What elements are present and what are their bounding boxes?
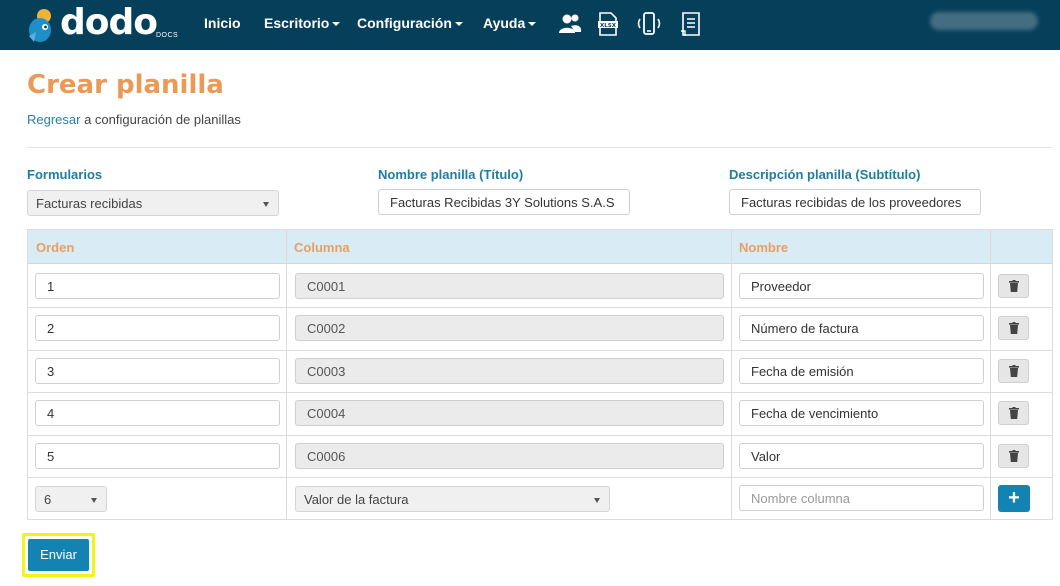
formularios-label: Formularios [27,167,103,182]
columna-field-3: C0003 [295,358,724,384]
mobile-vibrate-icon[interactable] [635,10,661,38]
user-menu-avatar[interactable] [930,12,1038,30]
nombre-planilla-input[interactable]: Facturas Recibidas 3Y Solutions S.A.S [378,189,630,215]
new-orden-select[interactable]: 6 [35,486,107,512]
logo-subtext: DOCS [156,32,179,39]
orden-input-4[interactable]: 4 [35,400,280,426]
new-columna-selected: Valor de la factura [304,492,409,507]
nombre-input-4[interactable]: Fecha de vencimiento [739,400,984,426]
columna-field-5: C0006 [295,443,724,469]
columna-field-1: C0001 [295,273,724,299]
svg-text:XLSX: XLSX [600,23,617,29]
nombre-input-3[interactable]: Fecha de emisión [739,358,984,384]
column-divider [286,230,287,519]
orden-input-3[interactable]: 3 [35,358,280,384]
nav-ayuda[interactable]: Ayuda [483,15,537,31]
descripcion-planilla-input[interactable]: Facturas recibidas de los proveedores [729,189,981,215]
submit-highlight: Enviar [22,533,95,577]
dodo-docs-logo[interactable]: dodo DOCS [26,2,181,46]
nombre-input-5[interactable]: Valor [739,443,984,469]
add-row-button[interactable]: + [998,485,1030,512]
xlsx-file-icon[interactable]: XLSX [595,10,621,38]
trash-icon [1009,450,1019,462]
chevron-down-icon [528,22,537,27]
enviar-button[interactable]: Enviar [28,539,89,571]
bird-logo-icon [29,9,51,42]
trash-icon [1009,365,1019,377]
column-divider [731,230,732,519]
new-orden-selected: 6 [44,492,52,507]
users-icon[interactable] [557,10,583,38]
back-link[interactable]: Regresar [27,112,80,127]
nombre-input-2[interactable]: Número de factura [739,315,984,341]
trash-icon [1009,322,1019,334]
formularios-select[interactable]: Facturas recibidas [27,190,279,216]
chevron-down-icon [454,22,463,27]
column-divider [990,230,991,519]
delete-row-button[interactable] [998,359,1029,383]
row-divider [28,477,1052,478]
nav-inicio-label: Inicio [204,15,241,31]
descripcion-planilla-label: Descripción planilla (Subtítulo) [729,167,921,182]
chevron-down-icon [332,22,341,27]
document-list-icon[interactable] [678,10,704,38]
trash-icon [1009,280,1019,292]
divider [27,147,1052,148]
header-nombre: Nombre [739,240,789,255]
orden-input-1[interactable]: 1 [35,273,280,299]
columns-table: Orden Columna Nombre 1 C0001 Proveedor 2… [27,229,1053,520]
delete-row-button[interactable] [998,444,1029,468]
chevron-down-icon [594,498,600,503]
trash-icon [1009,407,1019,419]
page-title: Crear planilla [27,70,224,100]
breadcrumb: Regresar a configuración de planillas [27,112,241,127]
header-orden: Orden [36,240,75,255]
nav-inicio[interactable]: Inicio [204,15,241,31]
orden-input-2[interactable]: 2 [35,315,280,341]
nav-escritorio[interactable]: Escritorio [264,15,341,31]
delete-row-button[interactable] [998,316,1029,340]
table-header: Orden Columna Nombre [28,230,1052,264]
nombre-planilla-label: Nombre planilla (Título) [378,167,524,182]
nav-ayuda-label: Ayuda [483,15,526,31]
formularios-selected: Facturas recibidas [36,196,143,211]
chevron-down-icon [263,202,269,207]
row-divider [28,307,1052,308]
logo-wordmark: dodo [60,2,158,43]
delete-row-button[interactable] [998,274,1029,298]
columna-field-2: C0002 [295,315,724,341]
header-columna: Columna [294,240,350,255]
orden-input-5[interactable]: 5 [35,443,280,469]
nav-escritorio-label: Escritorio [264,15,330,31]
row-divider [28,350,1052,351]
nav-configuracion[interactable]: Configuración [357,15,463,31]
nombre-input-1[interactable]: Proveedor [739,273,984,299]
new-nombre-input[interactable]: Nombre columna [739,485,984,511]
new-columna-select[interactable]: Valor de la factura [295,486,610,512]
columna-field-4: C0004 [295,400,724,426]
row-divider [28,435,1052,436]
breadcrumb-text: a configuración de planillas [80,112,241,127]
chevron-down-icon [91,498,97,503]
top-navbar: dodo DOCS Inicio Escritorio Configuració… [0,0,1060,50]
nav-configuracion-label: Configuración [357,15,452,31]
delete-row-button[interactable] [998,401,1029,425]
row-divider [28,392,1052,393]
